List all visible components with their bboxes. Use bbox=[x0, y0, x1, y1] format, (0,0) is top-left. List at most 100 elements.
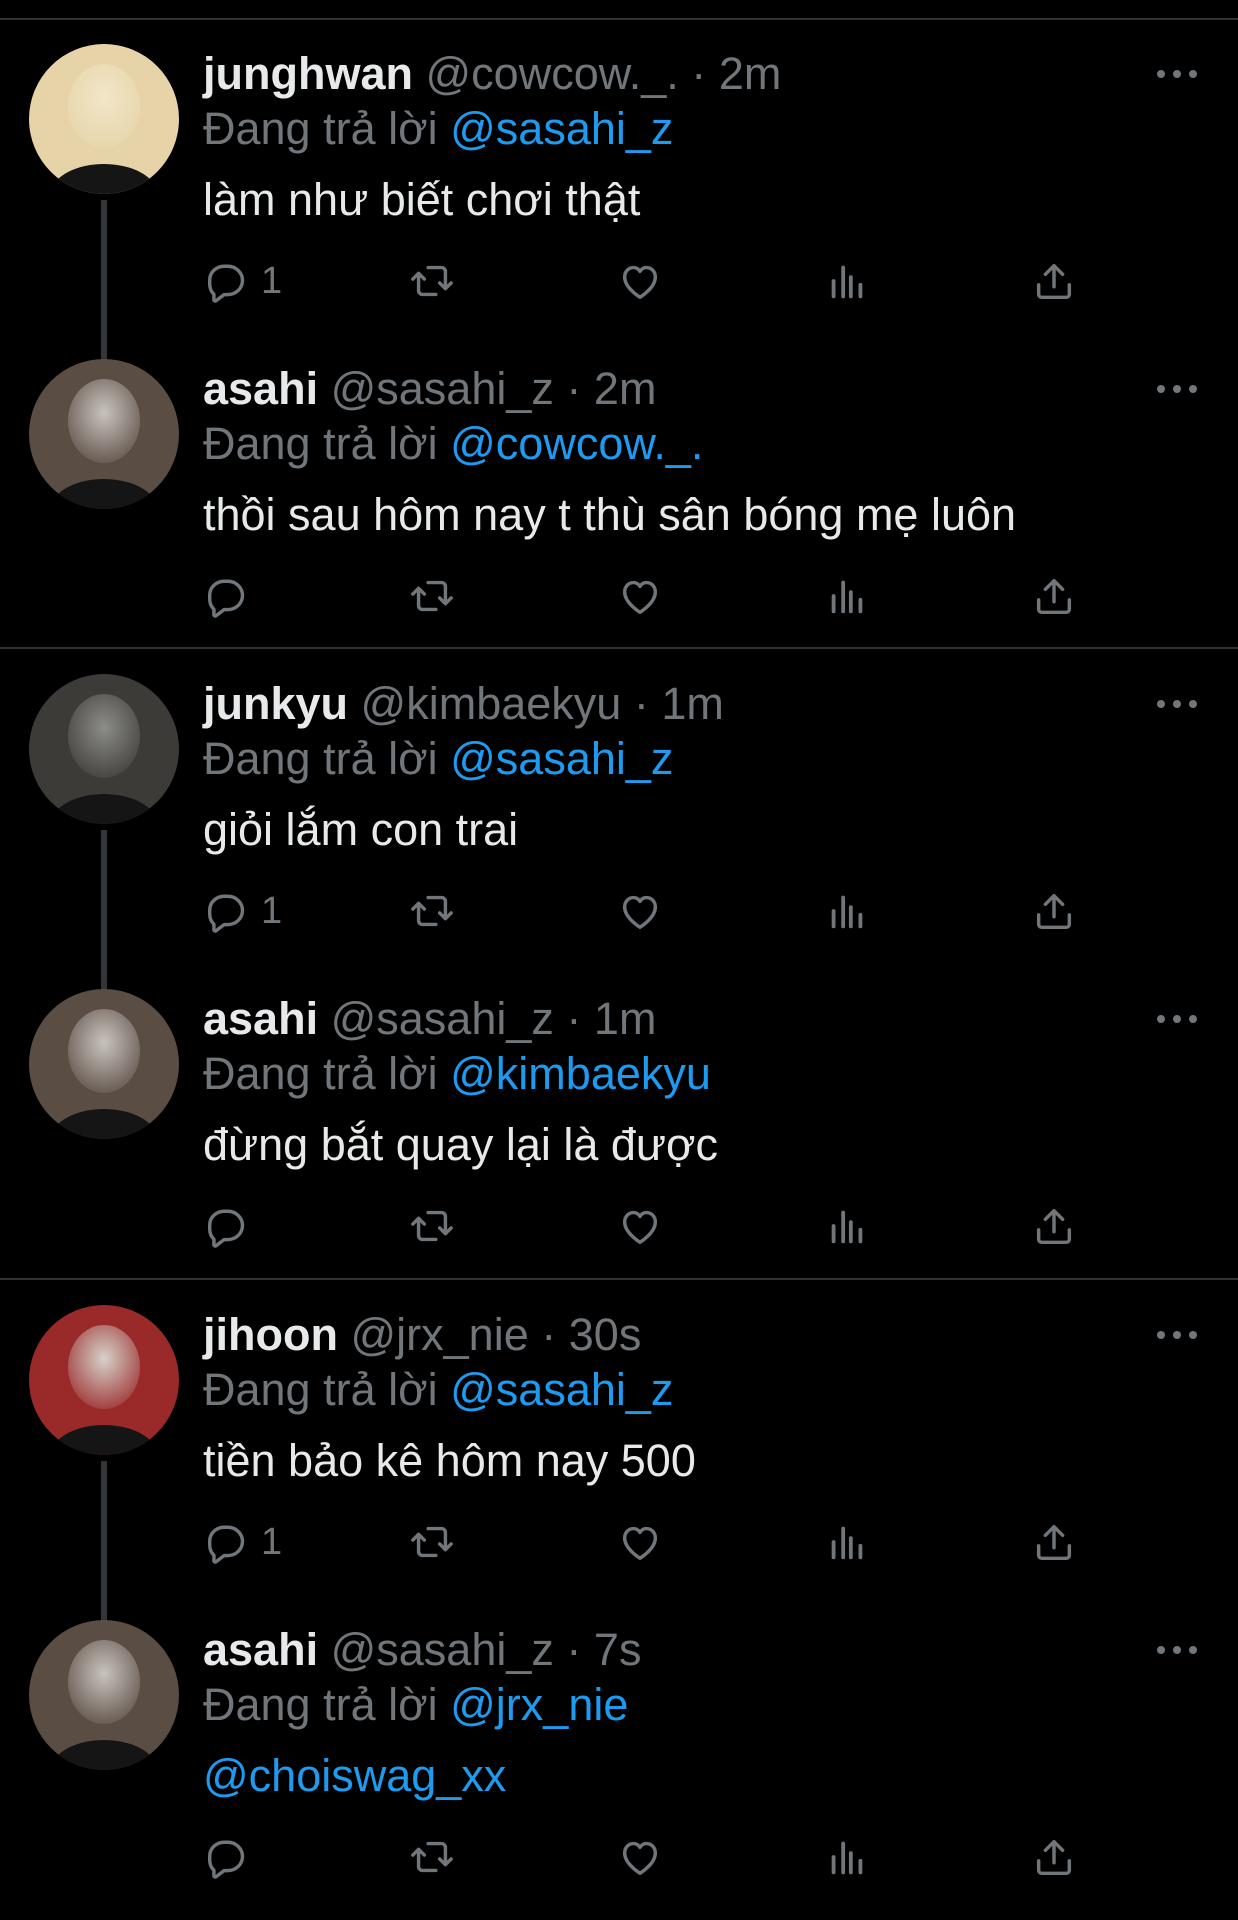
avatar[interactable] bbox=[29, 359, 179, 509]
tweet-text: tiền bảo kê hôm nay 500 bbox=[203, 1435, 696, 1486]
timestamp[interactable]: 1m bbox=[661, 678, 724, 729]
like-button[interactable] bbox=[617, 1201, 663, 1251]
retweet-button[interactable] bbox=[409, 571, 455, 621]
tweet[interactable]: asahi @sasahi_z · 2m Đang trả lời @cowco… bbox=[0, 335, 1238, 650]
replying-to: Đang trả lời @sasahi_z bbox=[203, 729, 673, 789]
views-button[interactable] bbox=[824, 1832, 870, 1882]
separator-dot: · bbox=[691, 48, 707, 99]
action-bar: 1 bbox=[203, 1517, 1103, 1567]
share-button[interactable] bbox=[1031, 256, 1077, 306]
display-name[interactable]: asahi bbox=[203, 1624, 318, 1675]
tweet-header: asahi @sasahi_z · 1m bbox=[203, 989, 656, 1049]
reply-count: 1 bbox=[261, 1520, 283, 1563]
reply-button[interactable]: 1 bbox=[203, 886, 282, 936]
like-icon bbox=[617, 1519, 663, 1565]
display-name[interactable]: junghwan bbox=[203, 48, 413, 99]
avatar[interactable] bbox=[29, 1620, 179, 1770]
retweet-button[interactable] bbox=[409, 1201, 455, 1251]
like-button[interactable] bbox=[617, 1832, 663, 1882]
avatar[interactable] bbox=[29, 44, 179, 194]
reply-button[interactable] bbox=[203, 1201, 261, 1251]
replying-mention[interactable]: @jrx_nie bbox=[450, 1679, 628, 1730]
timestamp[interactable]: 2m bbox=[594, 363, 657, 414]
user-handle[interactable]: @jrx_nie bbox=[350, 1309, 528, 1360]
share-button[interactable] bbox=[1031, 1201, 1077, 1251]
display-name[interactable]: asahi bbox=[203, 993, 318, 1044]
user-handle[interactable]: @cowcow._. bbox=[426, 48, 679, 99]
separator-dot: · bbox=[633, 678, 649, 729]
separator-dot: · bbox=[566, 363, 582, 414]
action-bar bbox=[203, 1201, 1103, 1251]
reply-button[interactable] bbox=[203, 1832, 261, 1882]
views-button[interactable] bbox=[824, 571, 870, 621]
more-icon[interactable] bbox=[1155, 694, 1199, 714]
like-button[interactable] bbox=[617, 256, 663, 306]
avatar[interactable] bbox=[29, 674, 179, 824]
user-handle[interactable]: @sasahi_z bbox=[331, 993, 554, 1044]
retweet-button[interactable] bbox=[409, 256, 455, 306]
tweet-text[interactable]: @choiswag_xx bbox=[203, 1746, 506, 1806]
views-button[interactable] bbox=[824, 886, 870, 936]
views-button[interactable] bbox=[824, 256, 870, 306]
more-icon[interactable] bbox=[1155, 379, 1199, 399]
more-icon[interactable] bbox=[1155, 1640, 1199, 1660]
timestamp[interactable]: 2m bbox=[719, 48, 782, 99]
user-handle[interactable]: @kimbaekyu bbox=[361, 678, 622, 729]
replying-mention[interactable]: @sasahi_z bbox=[450, 103, 673, 154]
tweet[interactable]: junghwan @cowcow._. · 2m Đang trả lời @s… bbox=[0, 20, 1238, 378]
replying-mention[interactable]: @kimbaekyu bbox=[450, 1048, 711, 1099]
avatar[interactable] bbox=[29, 989, 179, 1139]
user-handle[interactable]: @sasahi_z bbox=[331, 1624, 554, 1675]
retweet-icon bbox=[409, 1834, 455, 1880]
like-button[interactable] bbox=[617, 886, 663, 936]
more-icon[interactable] bbox=[1155, 1009, 1199, 1029]
like-button[interactable] bbox=[617, 1517, 663, 1567]
share-button[interactable] bbox=[1031, 571, 1077, 621]
user-handle[interactable]: @sasahi_z bbox=[331, 363, 554, 414]
share-button[interactable] bbox=[1031, 1517, 1077, 1567]
reply-icon bbox=[203, 258, 249, 304]
retweet-button[interactable] bbox=[409, 886, 455, 936]
replying-label: Đang trả lời bbox=[203, 1679, 438, 1730]
timestamp[interactable]: 7s bbox=[594, 1624, 642, 1675]
action-bar: 1 bbox=[203, 256, 1103, 306]
like-icon bbox=[617, 1834, 663, 1880]
like-button[interactable] bbox=[617, 571, 663, 621]
tweet[interactable]: junkyu @kimbaekyu · 1m Đang trả lời @sas… bbox=[0, 650, 1238, 1008]
display-name[interactable]: junkyu bbox=[203, 678, 348, 729]
display-name[interactable]: asahi bbox=[203, 363, 318, 414]
display-name[interactable]: jihoon bbox=[203, 1309, 338, 1360]
reply-button[interactable]: 1 bbox=[203, 256, 282, 306]
tweet[interactable]: asahi @sasahi_z · 7s Đang trả lời @jrx_n… bbox=[0, 1596, 1238, 1911]
replying-to: Đang trả lời @sasahi_z bbox=[203, 1360, 673, 1420]
tweet-header: junghwan @cowcow._. · 2m bbox=[203, 44, 781, 104]
separator-dot: · bbox=[566, 993, 582, 1044]
retweet-icon bbox=[409, 258, 455, 304]
retweet-button[interactable] bbox=[409, 1832, 455, 1882]
share-icon bbox=[1031, 573, 1077, 619]
tweet[interactable]: jihoon @jrx_nie · 30s Đang trả lời @sasa… bbox=[0, 1281, 1238, 1639]
retweet-button[interactable] bbox=[409, 1517, 455, 1567]
retweet-icon bbox=[409, 573, 455, 619]
avatar[interactable] bbox=[29, 1305, 179, 1455]
more-icon[interactable] bbox=[1155, 1325, 1199, 1345]
action-bar bbox=[203, 571, 1103, 621]
like-icon bbox=[617, 888, 663, 934]
reply-button[interactable]: 1 bbox=[203, 1517, 282, 1567]
views-button[interactable] bbox=[824, 1517, 870, 1567]
replying-label: Đang trả lời bbox=[203, 1364, 438, 1415]
replying-mention[interactable]: @sasahi_z bbox=[450, 1364, 673, 1415]
tweet[interactable]: asahi @sasahi_z · 1m Đang trả lời @kimba… bbox=[0, 965, 1238, 1280]
tweet-header: jihoon @jrx_nie · 30s bbox=[203, 1305, 641, 1365]
views-icon bbox=[824, 573, 870, 619]
more-icon[interactable] bbox=[1155, 64, 1199, 84]
reply-button[interactable] bbox=[203, 571, 261, 621]
views-button[interactable] bbox=[824, 1201, 870, 1251]
replying-mention[interactable]: @cowcow._. bbox=[450, 418, 703, 469]
share-button[interactable] bbox=[1031, 1832, 1077, 1882]
share-button[interactable] bbox=[1031, 886, 1077, 936]
timestamp[interactable]: 1m bbox=[594, 993, 657, 1044]
replying-mention[interactable]: @sasahi_z bbox=[450, 733, 673, 784]
timestamp[interactable]: 30s bbox=[569, 1309, 642, 1360]
replying-label: Đang trả lời bbox=[203, 1048, 438, 1099]
